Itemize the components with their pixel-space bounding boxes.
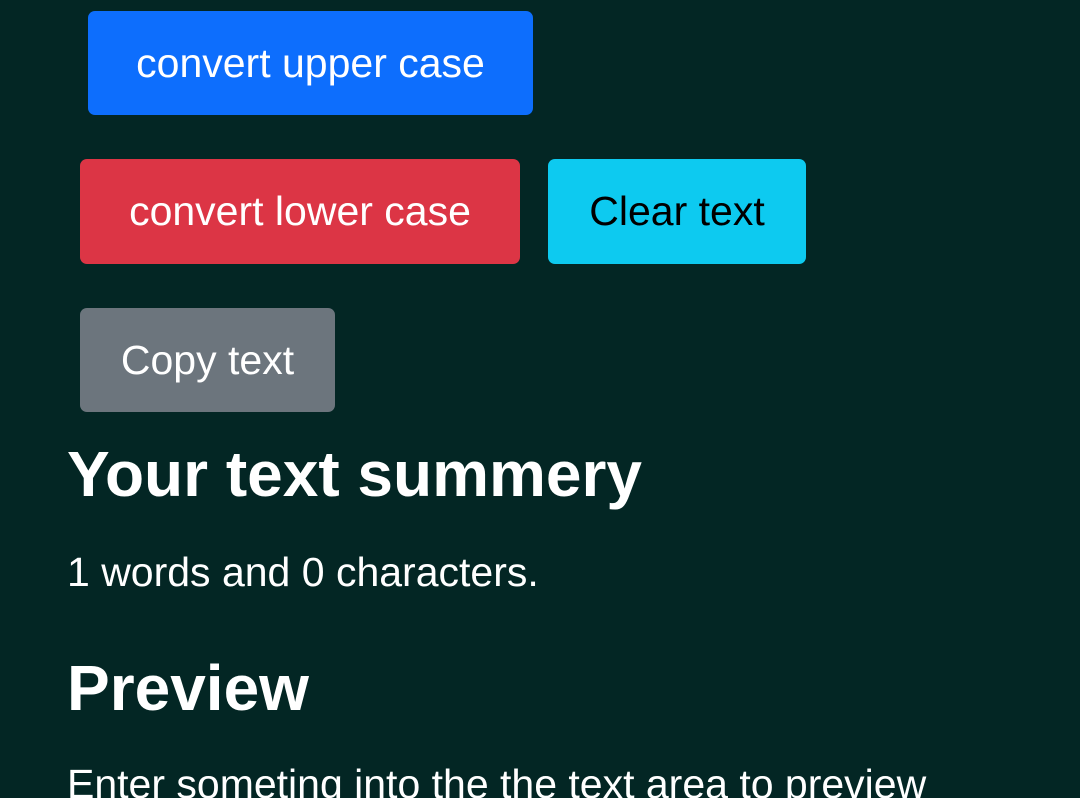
summary-count-text: 1 words and 0 characters. [67, 549, 539, 595]
summary-heading: Your text summery [67, 438, 642, 510]
clear-text-button[interactable]: Clear text [548, 159, 806, 264]
text-utils-page: convert upper case convert lower case Cl… [0, 0, 1080, 798]
convert-upper-case-button[interactable]: convert upper case [88, 11, 533, 115]
preview-heading: Preview [67, 652, 309, 724]
preview-text: Enter someting into the the text area to… [67, 761, 927, 798]
convert-lower-case-button[interactable]: convert lower case [80, 159, 520, 264]
copy-text-button[interactable]: Copy text [80, 308, 335, 412]
